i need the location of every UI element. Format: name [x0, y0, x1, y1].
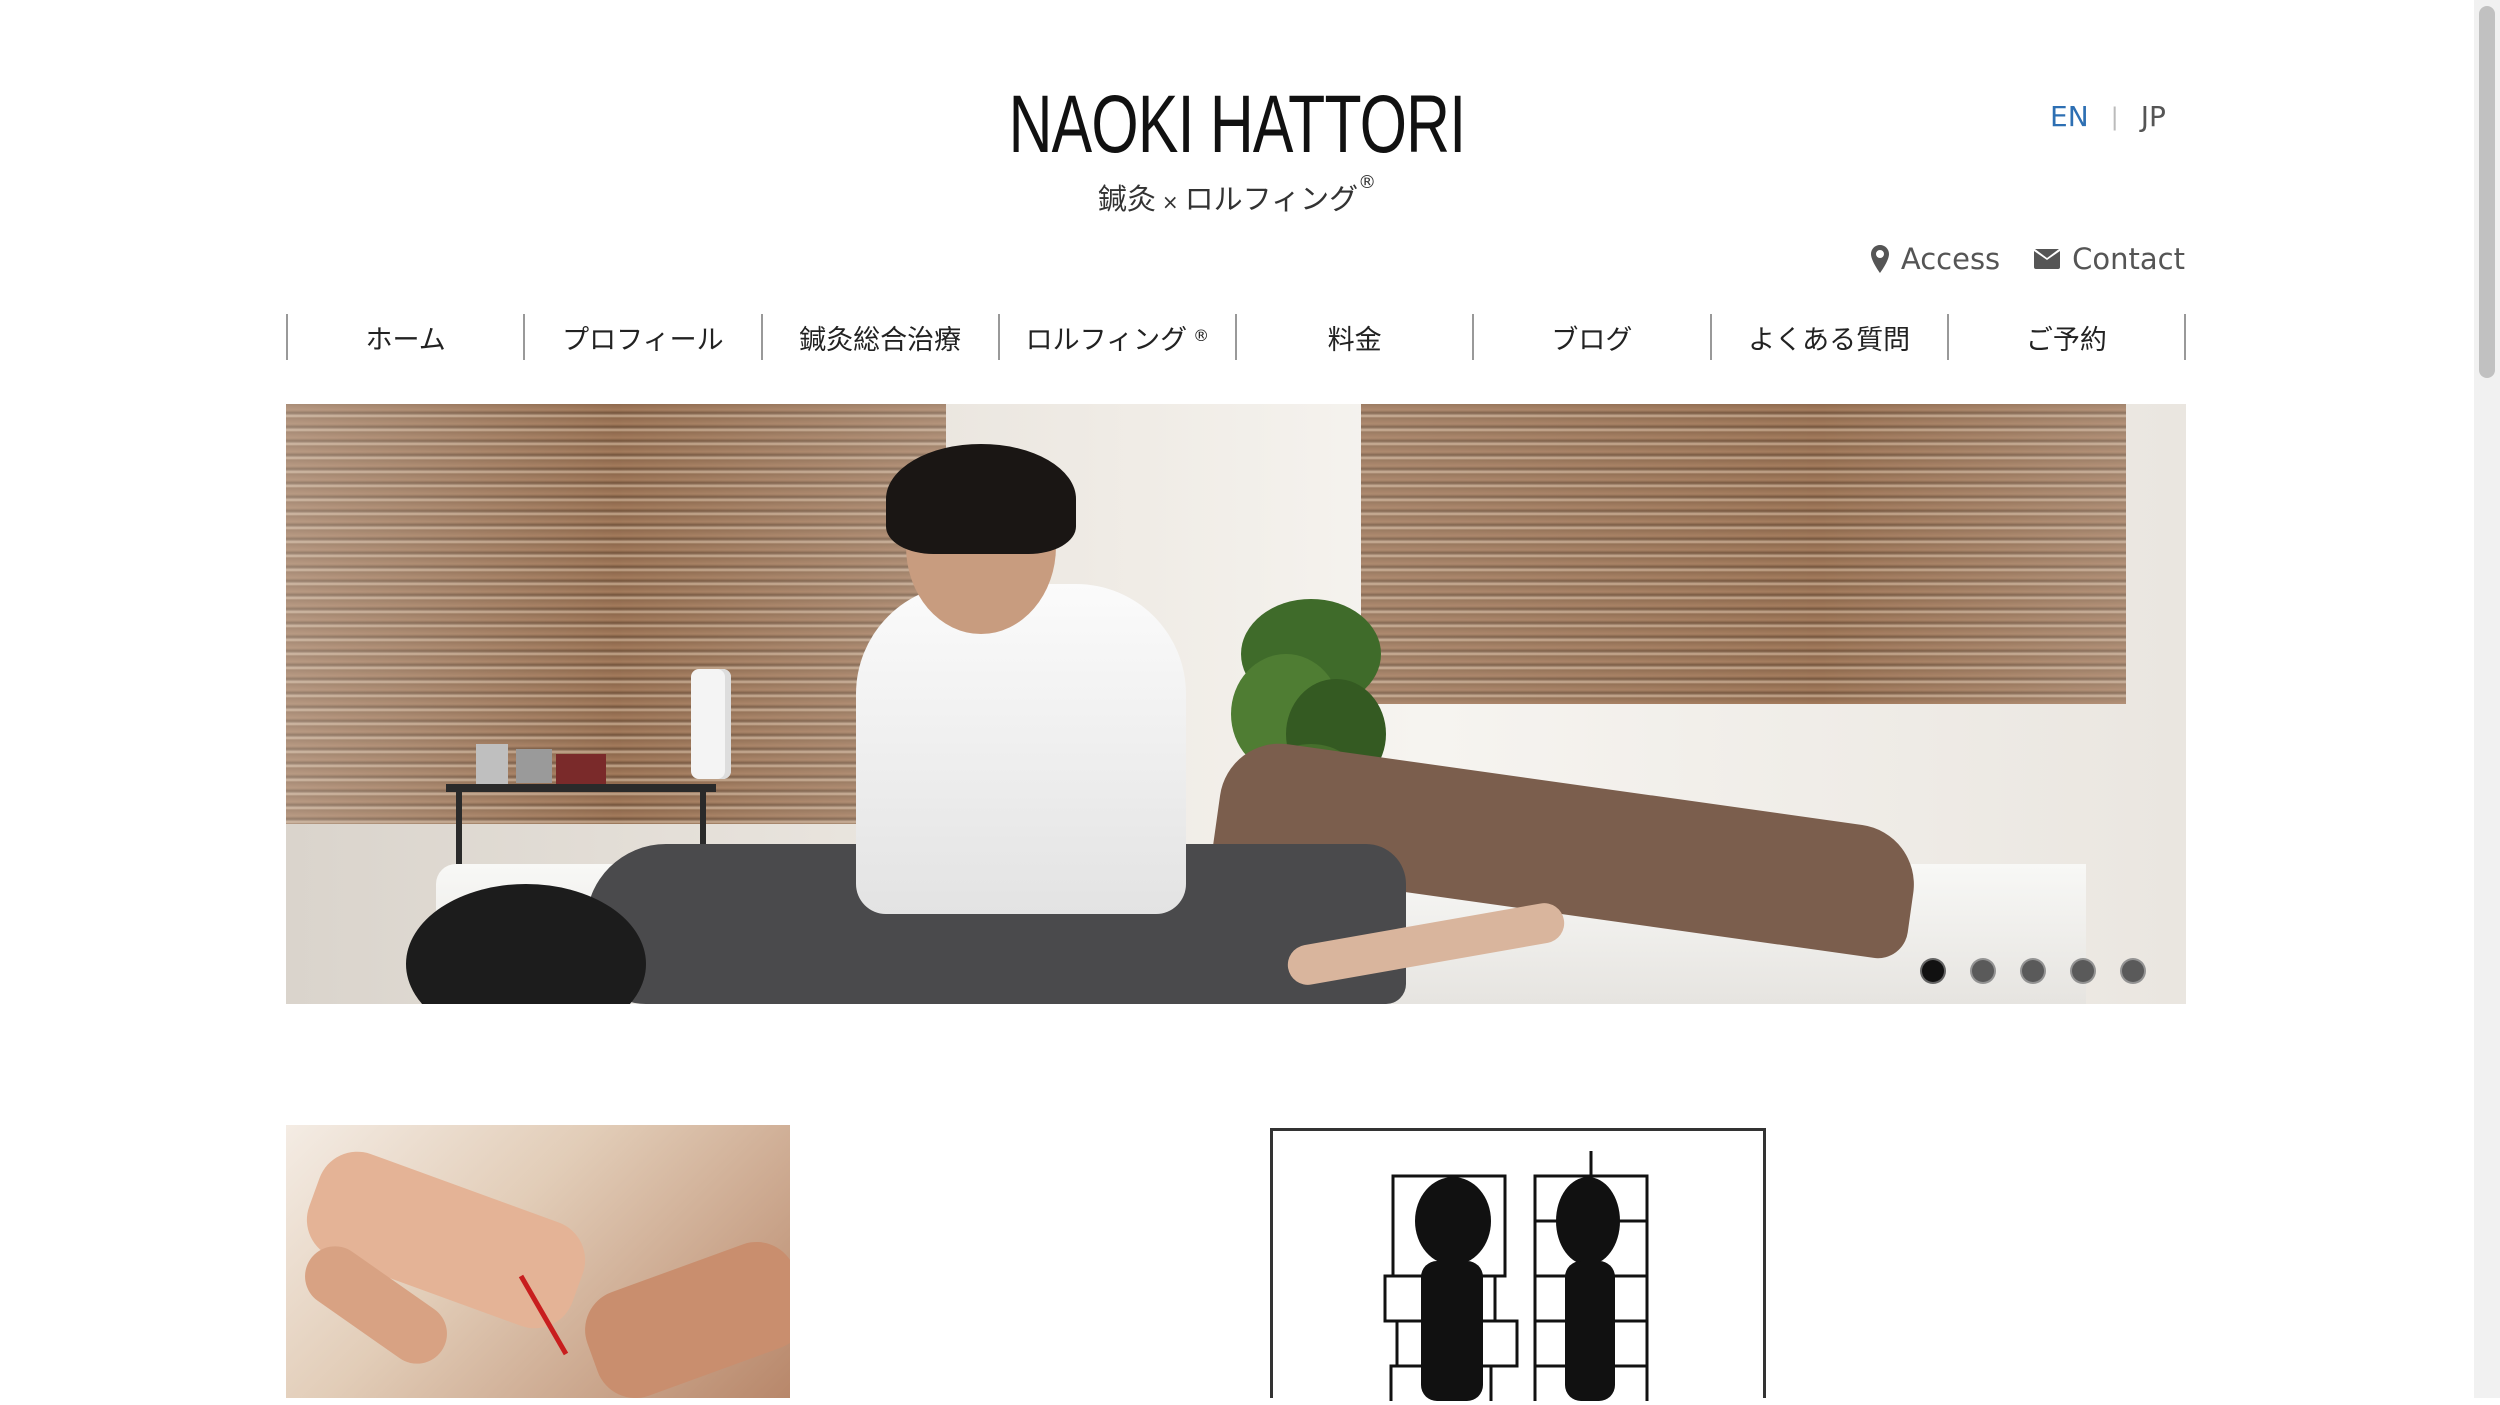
slider-dot-2[interactable] — [1970, 958, 1996, 984]
slider-dot-1[interactable] — [1920, 958, 1946, 984]
nav-rolfing-registered-mark: ® — [1193, 325, 1210, 345]
therapist — [856, 584, 1186, 914]
bottle — [691, 669, 731, 779]
main-nav: ホーム プロフィール 鍼灸総合治療 ロルフィング ® 料金 ブログ よくある質問 … — [286, 314, 2186, 360]
nav-home[interactable]: ホーム — [286, 314, 523, 360]
contact-link[interactable]: Contact — [2034, 242, 2185, 276]
scrollbar-thumb[interactable] — [2479, 6, 2495, 378]
slider-pagination — [1896, 958, 2146, 984]
therapist-hair — [886, 444, 1076, 554]
contact-label: Contact — [2072, 242, 2185, 276]
envelope-icon — [2034, 249, 2061, 269]
subtitle-acupuncture: 鍼灸 — [1097, 182, 1156, 216]
nav-faq[interactable]: よくある質問 — [1709, 314, 1947, 360]
hand-bottom — [573, 1230, 790, 1398]
nav-reservation-label: ご予約 — [2025, 324, 2107, 356]
nav-home-label: ホーム — [365, 324, 446, 356]
site-subtitle: 鍼灸 × ロルフィング® — [0, 172, 2474, 218]
lang-separator: | — [2110, 102, 2119, 131]
nav-pricing-label: 料金 — [1327, 324, 1382, 356]
page: NAOKI HATTORI 鍼灸 × ロルフィング® EN | JP Access … — [0, 0, 2474, 1405]
hero-slider[interactable] — [286, 404, 2186, 1004]
nav-blog[interactable]: ブログ — [1472, 314, 1709, 360]
acupuncture-thumbnail[interactable] — [286, 1125, 790, 1398]
lang-jp-link[interactable]: JP — [2141, 100, 2166, 133]
subtitle-rolfing: ロルフィング — [1184, 182, 1359, 216]
lang-en-link[interactable]: EN — [2050, 100, 2089, 133]
slider-dot-3[interactable] — [2020, 958, 2046, 984]
scrollbar[interactable] — [2474, 0, 2500, 1398]
nav-acupuncture-label: 鍼灸総合治療 — [799, 324, 962, 356]
nav-pricing[interactable]: 料金 — [1235, 314, 1472, 360]
rolfing-thumbnail[interactable] — [1270, 1128, 1766, 1405]
access-label: Access — [1900, 242, 2001, 276]
slider-dot-5[interactable] — [2120, 958, 2146, 984]
site-title[interactable]: NAOKI HATTORI — [322, 78, 2153, 172]
subtitle-times: × — [1161, 190, 1179, 214]
access-link[interactable]: Access — [1870, 242, 2001, 276]
nav-reservation[interactable]: ご予約 — [1946, 314, 2186, 360]
map-pin-icon — [1870, 245, 1889, 273]
window-blind-right — [1361, 404, 2126, 704]
slider-dot-4[interactable] — [2070, 958, 2096, 984]
posture-illustration — [1383, 1151, 1649, 1405]
subtitle-registered-mark: ® — [1358, 172, 1377, 193]
nav-profile[interactable]: プロフィール — [523, 314, 760, 360]
utility-links: Access Contact — [1870, 242, 2185, 276]
nav-faq-label: よくある質問 — [1748, 324, 1911, 356]
nav-blog-label: ブログ — [1551, 324, 1633, 356]
nav-rolfing-label: ロルフィング — [1025, 324, 1188, 356]
language-switcher: EN | JP — [2050, 100, 2166, 133]
nav-rolfing[interactable]: ロルフィング ® — [997, 314, 1235, 360]
nav-acupuncture[interactable]: 鍼灸総合治療 — [760, 314, 998, 360]
nav-profile-label: プロフィール — [562, 324, 724, 356]
